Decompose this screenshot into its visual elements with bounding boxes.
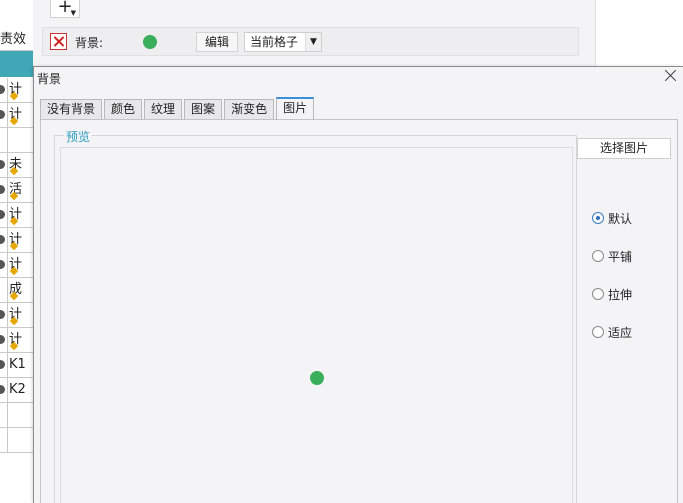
radio-tile-label: 平铺 xyxy=(608,249,633,264)
row-status-dot xyxy=(0,185,5,194)
table-row[interactable]: 计 xyxy=(0,203,33,228)
edit-button[interactable]: 编辑 xyxy=(196,32,238,52)
grid-divider xyxy=(7,403,8,427)
row-status-dot xyxy=(0,335,5,344)
preview-area xyxy=(60,147,573,503)
table-row[interactable]: 活 xyxy=(0,178,33,203)
choose-image-button[interactable]: 选择图片 xyxy=(577,138,671,159)
grid-highlight-row xyxy=(0,51,33,77)
radio-fit-label: 适应 xyxy=(608,325,633,340)
table-row[interactable]: 计 xyxy=(0,228,33,253)
close-icon[interactable] xyxy=(664,69,678,83)
grid-divider xyxy=(7,253,8,277)
scope-select-value: 当前格子 xyxy=(250,35,299,49)
background-dialog: 背景 没有背景 颜色 纹理 图案 渐变色 图片 预览 选择图片 默认 平铺 拉伸 xyxy=(33,66,683,503)
table-row[interactable]: 计 xyxy=(0,303,33,328)
preview-group: 预览 xyxy=(54,128,577,503)
cell-text: K2 xyxy=(9,382,26,397)
row-status-dot xyxy=(0,310,5,319)
grid-divider xyxy=(7,378,8,402)
preview-marker xyxy=(310,371,324,385)
radio-default[interactable]: 默认 xyxy=(592,210,632,226)
table-row[interactable]: 计 xyxy=(0,103,33,128)
grid-divider xyxy=(7,103,8,127)
table-row[interactable]: 计 xyxy=(0,328,33,353)
table-row[interactable] xyxy=(0,403,33,428)
grid-divider xyxy=(7,203,8,227)
table-row[interactable]: K1 xyxy=(0,353,33,378)
image-tab-panel: 预览 选择图片 默认 平铺 拉伸 适应 xyxy=(40,119,678,503)
tab-color[interactable]: 颜色 xyxy=(104,99,143,119)
grid-header-cell: 责效 xyxy=(0,29,33,51)
row-status-dot xyxy=(0,235,5,244)
grid-divider xyxy=(7,153,8,177)
grid-divider xyxy=(7,428,8,452)
grid-divider xyxy=(7,278,8,302)
radio-tile-indicator[interactable] xyxy=(592,250,604,262)
table-row[interactable]: 未 xyxy=(0,153,33,178)
tab-image[interactable]: 图片 xyxy=(276,97,315,120)
radio-default-indicator[interactable] xyxy=(592,212,604,224)
spreadsheet-grid: 责效 计计未活计计计成计计 K1 K2 xyxy=(0,0,33,503)
radio-default-label: 默认 xyxy=(608,211,633,226)
grid-divider xyxy=(7,353,8,377)
table-row[interactable]: K2 xyxy=(0,378,33,403)
table-row[interactable]: 计 xyxy=(0,253,33,278)
table-row[interactable]: 计 xyxy=(0,78,33,103)
scope-select[interactable]: 当前格子 ▼ xyxy=(244,32,322,52)
chevron-down-icon: ▼ xyxy=(70,9,76,17)
table-row[interactable]: 成 xyxy=(0,278,33,303)
row-status-dot xyxy=(0,385,5,394)
tab-pattern[interactable]: 图案 xyxy=(184,99,223,119)
attribute-panel: + ▼ 背景: 编辑 当前格子 ▼ xyxy=(33,0,595,66)
tab-no-background[interactable]: 没有背景 xyxy=(40,99,103,119)
add-button[interactable]: + ▼ xyxy=(50,0,80,18)
tab-gradient[interactable]: 渐变色 xyxy=(224,99,275,119)
background-label: 背景: xyxy=(75,36,104,50)
chevron-down-icon: ▼ xyxy=(305,33,321,51)
delete-icon[interactable] xyxy=(50,33,67,50)
radio-stretch[interactable]: 拉伸 xyxy=(592,286,632,302)
table-row[interactable] xyxy=(0,428,33,453)
row-status-dot xyxy=(0,260,5,269)
radio-fit[interactable]: 适应 xyxy=(592,324,632,340)
row-status-dot xyxy=(0,210,5,219)
radio-tile[interactable]: 平铺 xyxy=(592,248,632,264)
tab-bar: 没有背景 颜色 纹理 图案 渐变色 图片 xyxy=(40,97,316,120)
grid-divider xyxy=(7,303,8,327)
grid-divider xyxy=(7,78,8,102)
cell-text: K1 xyxy=(9,357,26,372)
table-row[interactable] xyxy=(0,128,33,153)
grid-divider xyxy=(7,328,8,352)
row-status-dot xyxy=(0,160,5,169)
row-status-dot xyxy=(0,85,5,94)
grid-divider xyxy=(7,178,8,202)
radio-stretch-label: 拉伸 xyxy=(608,287,633,302)
grid-divider xyxy=(7,228,8,252)
right-side-panel xyxy=(595,0,683,66)
background-color-swatch xyxy=(143,35,157,49)
radio-stretch-indicator[interactable] xyxy=(592,288,604,300)
radio-fit-indicator[interactable] xyxy=(592,326,604,338)
row-status-dot xyxy=(0,360,5,369)
row-status-dot xyxy=(0,110,5,119)
dialog-title: 背景 xyxy=(37,72,62,86)
preview-legend: 预览 xyxy=(64,128,93,145)
tab-texture[interactable]: 纹理 xyxy=(144,99,183,119)
background-setting-row: 背景: 编辑 当前格子 ▼ xyxy=(42,27,579,56)
grid-divider xyxy=(7,128,8,152)
